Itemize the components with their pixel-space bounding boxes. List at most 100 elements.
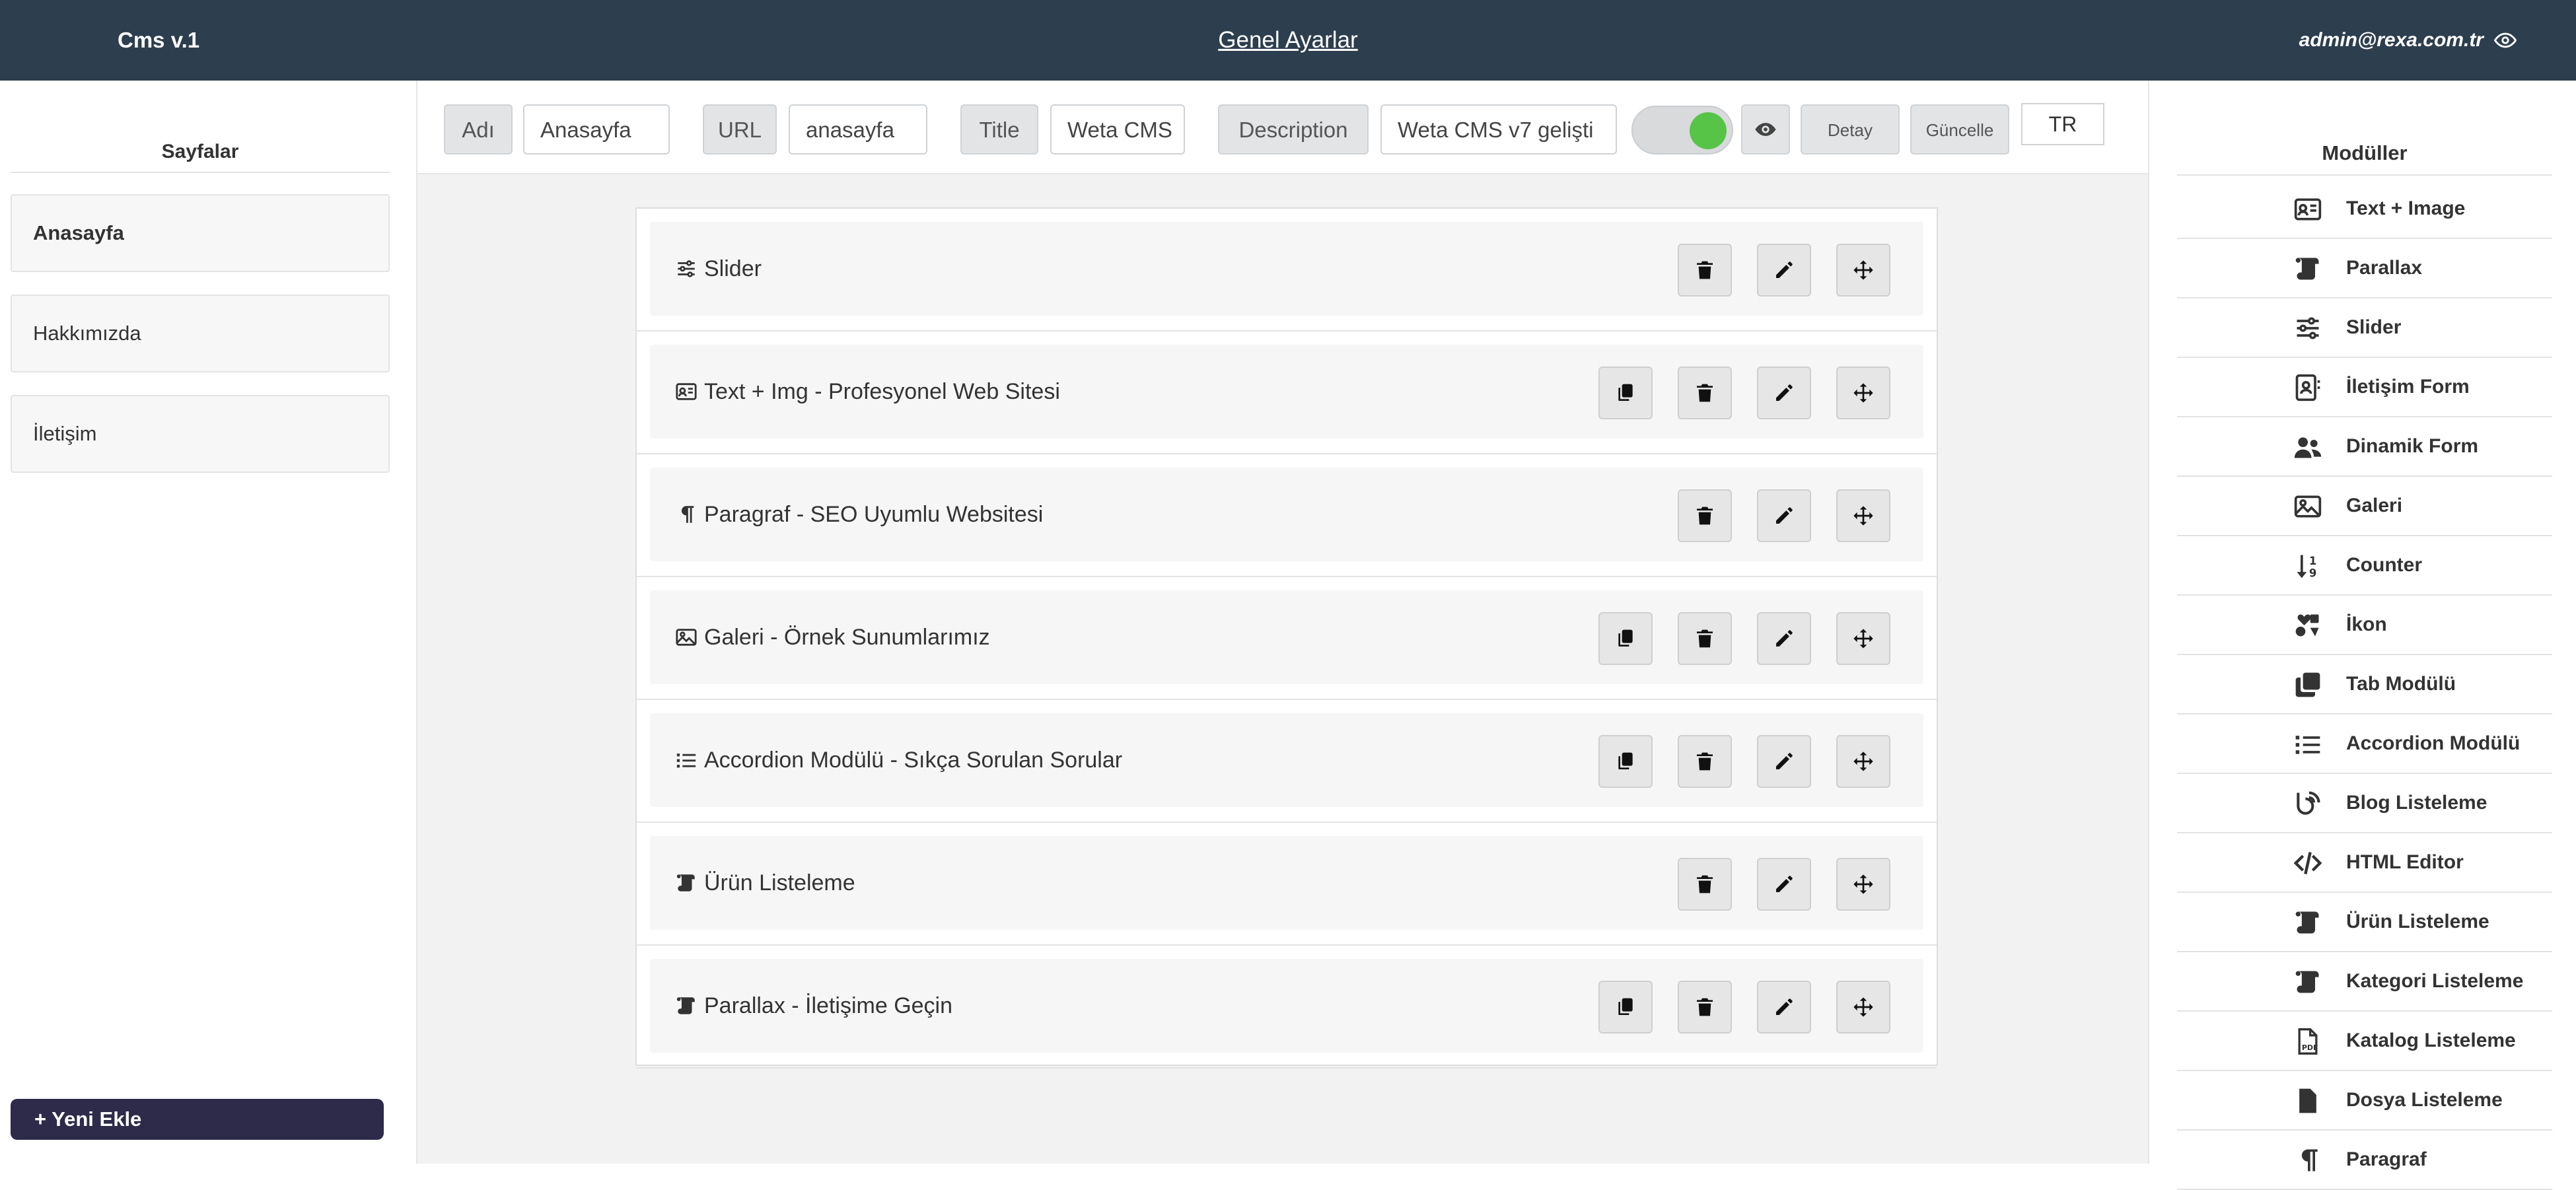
- module-palette-item[interactable]: Accordion Modülü: [2177, 715, 2552, 774]
- module-palette-label: İkon: [2346, 613, 2387, 635]
- move-handle[interactable]: [1836, 244, 1890, 297]
- module-row-label: Parallax - İletişime Geçin: [704, 993, 953, 1018]
- copy-button[interactable]: [1598, 735, 1653, 788]
- title-input[interactable]: Weta CMS: [1050, 104, 1185, 155]
- module-palette-label: Dinamik Form: [2346, 435, 2479, 457]
- move-handle[interactable]: [1836, 858, 1890, 911]
- page-title-link[interactable]: Genel Ayarlar: [1218, 27, 1357, 53]
- edit-button[interactable]: [1757, 981, 1811, 1033]
- preview-button[interactable]: [1741, 104, 1790, 155]
- page-item-hakkimizda[interactable]: Hakkımızda: [11, 295, 390, 372]
- module-palette-item[interactable]: İletişim Form: [2177, 358, 2552, 417]
- copy-button[interactable]: [1598, 367, 1653, 419]
- module-row[interactable]: Paragraf - SEO Uyumlu Websitesi: [637, 454, 1937, 577]
- pages-title: Sayfalar: [11, 132, 390, 173]
- edit-button[interactable]: [1757, 858, 1811, 911]
- delete-button[interactable]: [1678, 489, 1732, 542]
- move-icon: [1853, 874, 1874, 895]
- module-palette-item[interactable]: İkon: [2177, 596, 2552, 655]
- user-menu[interactable]: admin@rexa.com.tr: [2299, 0, 2517, 81]
- eye-icon: [1755, 123, 1776, 136]
- module-row-label: Text + Img - Profesyonel Web Sitesi: [704, 379, 1060, 404]
- title-label: Title: [960, 104, 1038, 155]
- module-palette-item[interactable]: Galeri: [2177, 477, 2552, 536]
- delete-button[interactable]: [1678, 981, 1732, 1033]
- module-row-title: Galeri - Örnek Sunumlarımız: [675, 590, 990, 684]
- add-page-button[interactable]: + Yeni Ekle: [11, 1099, 384, 1140]
- page-module-list: Slider Text + Img - Profesyonel Web Sites…: [635, 207, 1938, 1068]
- module-palette-label: Paragraf: [2346, 1148, 2427, 1170]
- module-palette-item[interactable]: Dinamik Form: [2177, 417, 2552, 477]
- module-palette-item[interactable]: PDF Katalog Listeleme: [2177, 1012, 2552, 1071]
- sliders-icon: [2289, 313, 2326, 343]
- detail-button[interactable]: Detay: [1801, 104, 1900, 155]
- move-icon: [1853, 260, 1874, 281]
- delete-button[interactable]: [1678, 244, 1732, 297]
- edit-button[interactable]: [1757, 489, 1811, 542]
- delete-button[interactable]: [1678, 612, 1732, 665]
- module-row[interactable]: Text + Img - Profesyonel Web Sitesi: [637, 332, 1937, 454]
- move-icon: [1853, 751, 1874, 772]
- delete-button[interactable]: [1678, 858, 1732, 911]
- module-palette-item[interactable]: Kategori Listeleme: [2177, 952, 2552, 1012]
- module-row[interactable]: Parallax - İletişime Geçin: [637, 946, 1937, 1068]
- name-input[interactable]: Anasayfa: [523, 104, 670, 155]
- move-handle[interactable]: [1836, 367, 1890, 419]
- brand-title[interactable]: Cms v.1: [118, 0, 199, 81]
- icons-icon: [2289, 610, 2326, 641]
- move-handle[interactable]: [1836, 735, 1890, 788]
- clone-icon: [2289, 670, 2326, 700]
- user-email[interactable]: admin@rexa.com.tr: [2299, 0, 2484, 81]
- module-palette-label: Slider: [2346, 316, 2402, 338]
- delete-button[interactable]: [1678, 367, 1732, 419]
- modules-sidebar: Modüller Text + Image Parallax Slider İleti…: [2148, 81, 2576, 1190]
- move-icon: [1853, 997, 1874, 1018]
- file-icon: [2289, 1086, 2326, 1116]
- scroll-icon: [2289, 907, 2326, 938]
- move-handle[interactable]: [1836, 612, 1890, 665]
- page-item-anasayfa[interactable]: Anasayfa: [11, 194, 390, 272]
- url-label: URL: [703, 104, 777, 155]
- move-handle[interactable]: [1836, 489, 1890, 542]
- toggle-knob: [1690, 112, 1727, 149]
- delete-button[interactable]: [1678, 735, 1732, 788]
- module-row[interactable]: Ürün Listeleme: [637, 823, 1937, 946]
- pdf-icon: PDF: [2289, 1026, 2326, 1057]
- description-input[interactable]: Weta CMS v7 gelişti: [1380, 104, 1617, 155]
- eye-icon[interactable]: [2494, 29, 2517, 52]
- module-row-panel: Paragraf - SEO Uyumlu Websitesi: [650, 468, 1923, 561]
- edit-button[interactable]: [1757, 735, 1811, 788]
- list-icon: [2289, 729, 2326, 759]
- module-palette-item[interactable]: Parallax: [2177, 239, 2552, 298]
- module-palette-item[interactable]: Dosya Listeleme: [2177, 1071, 2552, 1131]
- edit-button[interactable]: [1757, 367, 1811, 419]
- pencil-icon: [1773, 260, 1795, 281]
- module-palette-item[interactable]: Ürün Listeleme: [2177, 893, 2552, 952]
- language-selector[interactable]: TR: [2021, 103, 2104, 145]
- module-row[interactable]: Slider: [637, 209, 1937, 332]
- module-palette-item[interactable]: Blog Listeleme: [2177, 774, 2552, 833]
- copy-button[interactable]: [1598, 612, 1653, 665]
- module-palette-item[interactable]: HTML Editor: [2177, 833, 2552, 893]
- module-palette-label: Blog Listeleme: [2346, 792, 2487, 814]
- svg-text:1: 1: [2309, 555, 2316, 567]
- scroll-icon: [2289, 254, 2326, 284]
- move-handle[interactable]: [1836, 981, 1890, 1033]
- active-toggle[interactable]: [1631, 106, 1733, 155]
- update-button[interactable]: Güncelle: [1910, 104, 2009, 155]
- module-row-panel: Accordion Modülü - Sıkça Sorulan Sorular: [650, 713, 1923, 807]
- module-palette-item[interactable]: Text + Image: [2177, 180, 2552, 239]
- module-palette-item[interactable]: Paragraf: [2177, 1131, 2552, 1190]
- edit-button[interactable]: [1757, 244, 1811, 297]
- copy-button[interactable]: [1598, 981, 1653, 1033]
- module-row[interactable]: Accordion Modülü - Sıkça Sorulan Sorular: [637, 700, 1937, 823]
- module-palette-item[interactable]: 1 9 Counter: [2177, 536, 2552, 596]
- trash-icon: [1694, 874, 1715, 895]
- url-input[interactable]: anasayfa: [789, 104, 927, 155]
- code-icon: [2289, 848, 2326, 878]
- module-palette-item[interactable]: Tab Modülü: [2177, 655, 2552, 715]
- module-row[interactable]: Galeri - Örnek Sunumlarımız: [637, 577, 1937, 700]
- edit-button[interactable]: [1757, 612, 1811, 665]
- page-item-iletisim[interactable]: İletişim: [11, 395, 390, 473]
- module-palette-item[interactable]: Slider: [2177, 298, 2552, 358]
